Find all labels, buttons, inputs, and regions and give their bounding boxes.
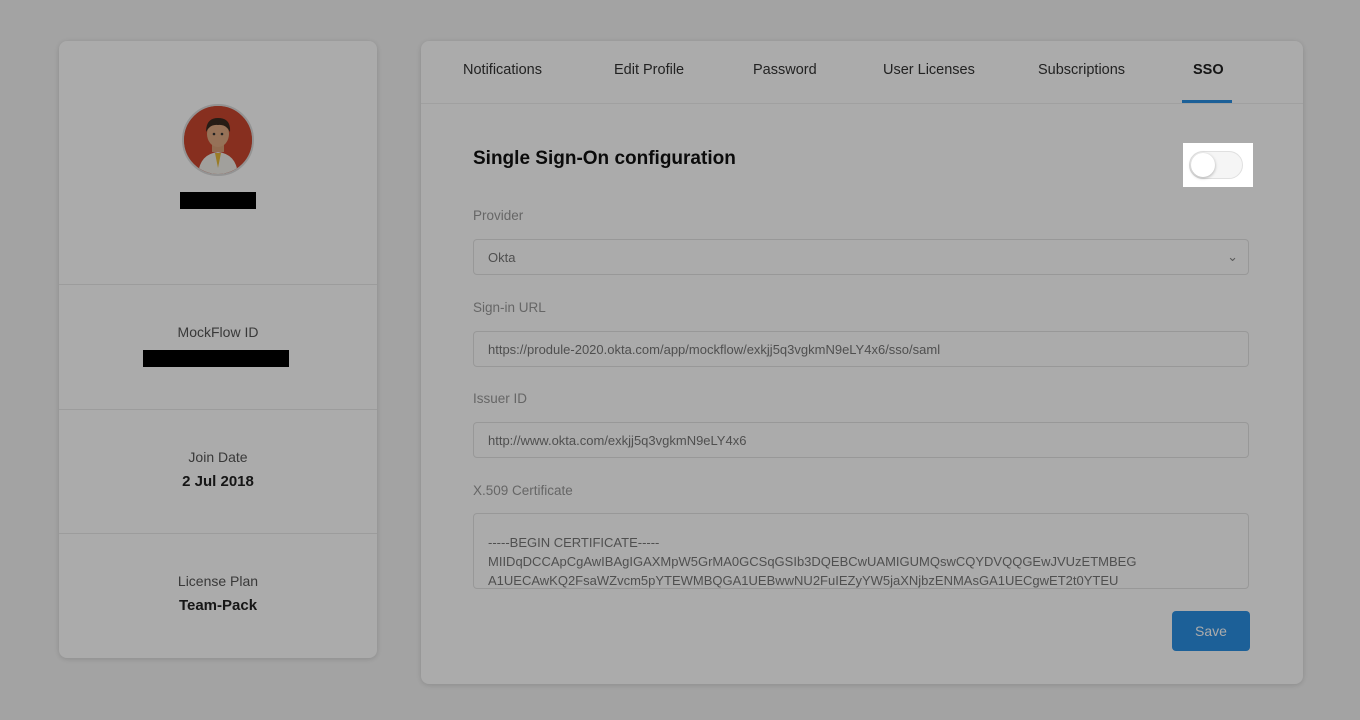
provider-label: Provider bbox=[473, 208, 524, 223]
settings-card: Notifications Edit Profile Password User… bbox=[421, 41, 1303, 684]
profile-divider bbox=[59, 284, 377, 285]
issuer-id-input[interactable]: http://www.okta.com/exkjj5q3vgkmN9eLY4x6 bbox=[473, 422, 1249, 458]
certificate-line: MIIDqDCCApCgAwIBAgIGAXMpW5GrMA0GCSqGSIb3… bbox=[488, 554, 1137, 569]
license-plan-value: Team-Pack bbox=[178, 597, 258, 614]
sso-enable-toggle[interactable] bbox=[1189, 151, 1243, 179]
tab-edit-profile[interactable]: Edit Profile bbox=[614, 62, 684, 78]
certificate-line: A1UECAwKQ2FsaWZvcm5pYTEWMBQGA1UEBwwNU2Fu… bbox=[488, 573, 1119, 588]
user-avatar-icon bbox=[182, 104, 254, 176]
avatar-illustration bbox=[184, 106, 252, 174]
tab-notifications[interactable]: Notifications bbox=[463, 62, 542, 78]
provider-select[interactable]: Okta ⌄ bbox=[473, 239, 1249, 275]
signin-url-input[interactable]: https://produle-2020.okta.com/app/mockfl… bbox=[473, 331, 1249, 367]
settings-tabs: Notifications Edit Profile Password User… bbox=[421, 41, 1303, 104]
profile-divider bbox=[59, 409, 377, 410]
tab-sso[interactable]: SSO bbox=[1193, 62, 1224, 78]
certificate-line: -----BEGIN CERTIFICATE----- bbox=[488, 535, 660, 550]
tab-subscriptions[interactable]: Subscriptions bbox=[1038, 62, 1125, 78]
mockflow-id-label: MockFlow ID bbox=[177, 324, 259, 340]
issuer-id-label: Issuer ID bbox=[473, 391, 528, 406]
toggle-knob bbox=[1191, 153, 1215, 177]
tab-user-licenses[interactable]: User Licenses bbox=[883, 62, 975, 78]
tab-password[interactable]: Password bbox=[753, 62, 817, 78]
mockflow-id-redacted bbox=[143, 350, 289, 367]
join-date-label: Join Date bbox=[188, 449, 248, 465]
sso-toggle-highlight bbox=[1183, 143, 1253, 187]
active-tab-indicator bbox=[1182, 100, 1232, 103]
save-button[interactable]: Save bbox=[1172, 611, 1250, 651]
profile-card: MockFlow ID Join Date 2 Jul 2018 License… bbox=[59, 41, 377, 658]
signin-url-label: Sign-in URL bbox=[473, 300, 546, 315]
provider-select-value: Okta bbox=[488, 250, 516, 265]
certificate-textarea[interactable]: -----BEGIN CERTIFICATE----- MIIDqDCCApCg… bbox=[473, 513, 1249, 589]
certificate-label: X.509 Certificate bbox=[473, 483, 573, 498]
chevron-down-icon: ⌄ bbox=[1227, 249, 1238, 264]
page-title: Single Sign-On configuration bbox=[473, 148, 736, 169]
profile-divider bbox=[59, 533, 377, 534]
user-name-redacted bbox=[180, 192, 256, 209]
join-date-value: 2 Jul 2018 bbox=[182, 473, 254, 490]
license-plan-label: License Plan bbox=[177, 573, 259, 589]
